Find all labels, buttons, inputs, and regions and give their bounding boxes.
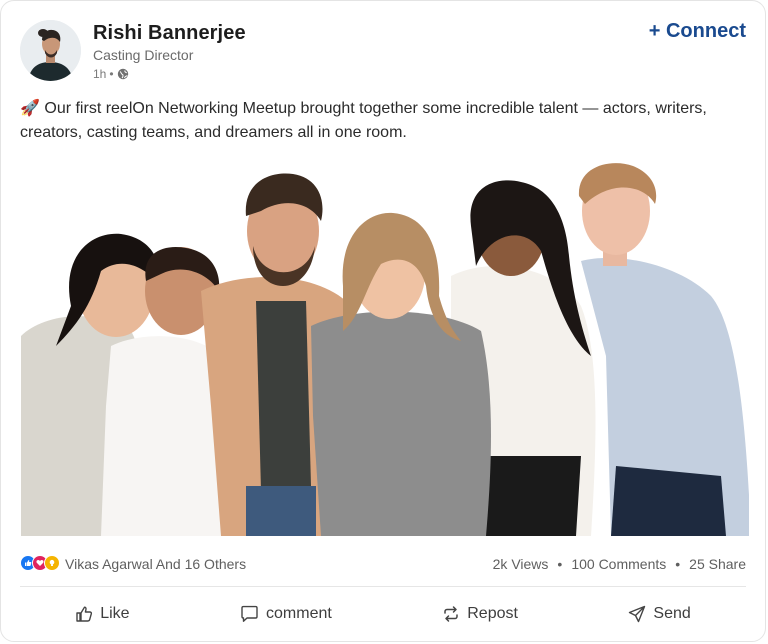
engagement-counts: 2k Views • 100 Comments • 25 Share [493, 556, 746, 572]
shares-count[interactable]: 25 Share [689, 556, 746, 572]
reactors-label[interactable]: Vikas Agarwal And 16 Others [65, 556, 246, 572]
idea-reaction-icon [44, 555, 60, 571]
comment-button[interactable]: comment [240, 605, 332, 623]
send-button[interactable]: Send [628, 605, 691, 623]
meta-separator: • [109, 67, 114, 81]
repost-button[interactable]: Repost [442, 605, 518, 623]
post-header: Rishi Bannerjee Casting Director 1h • + … [20, 20, 746, 82]
like-label: Like [100, 605, 130, 622]
post-meta: 1h • [93, 67, 129, 81]
stats-separator: • [675, 556, 681, 572]
post-text: 🚀 Our first reelOn Networking Meetup bro… [20, 100, 707, 141]
like-button[interactable]: Like [75, 605, 130, 623]
author-avatar[interactable] [20, 20, 81, 81]
post-time: 1h [93, 67, 107, 81]
reaction-icons[interactable] [20, 555, 60, 571]
stats-separator: • [557, 556, 563, 572]
action-bar: Like comment Repost Send [20, 597, 746, 631]
divider [20, 586, 746, 587]
comment-label: comment [266, 605, 332, 622]
post-stats: Vikas Agarwal And 16 Others 2k Views • 1… [20, 554, 746, 574]
post-card: Rishi Bannerjee Casting Director 1h • + … [0, 0, 766, 642]
repost-icon [442, 605, 460, 623]
author-role: Casting Director [93, 47, 194, 63]
thumbs-up-icon [75, 605, 93, 623]
repost-label: Repost [467, 605, 518, 622]
comment-icon [240, 605, 259, 623]
author-name[interactable]: Rishi Bannerjee [93, 22, 246, 45]
globe-icon [117, 68, 129, 80]
comments-count[interactable]: 100 Comments [571, 556, 666, 572]
views-count: 2k Views [492, 556, 549, 572]
send-icon [628, 605, 646, 623]
connect-button[interactable]: + Connect [649, 20, 746, 43]
post-image[interactable] [21, 156, 749, 536]
send-label: Send [653, 605, 691, 622]
